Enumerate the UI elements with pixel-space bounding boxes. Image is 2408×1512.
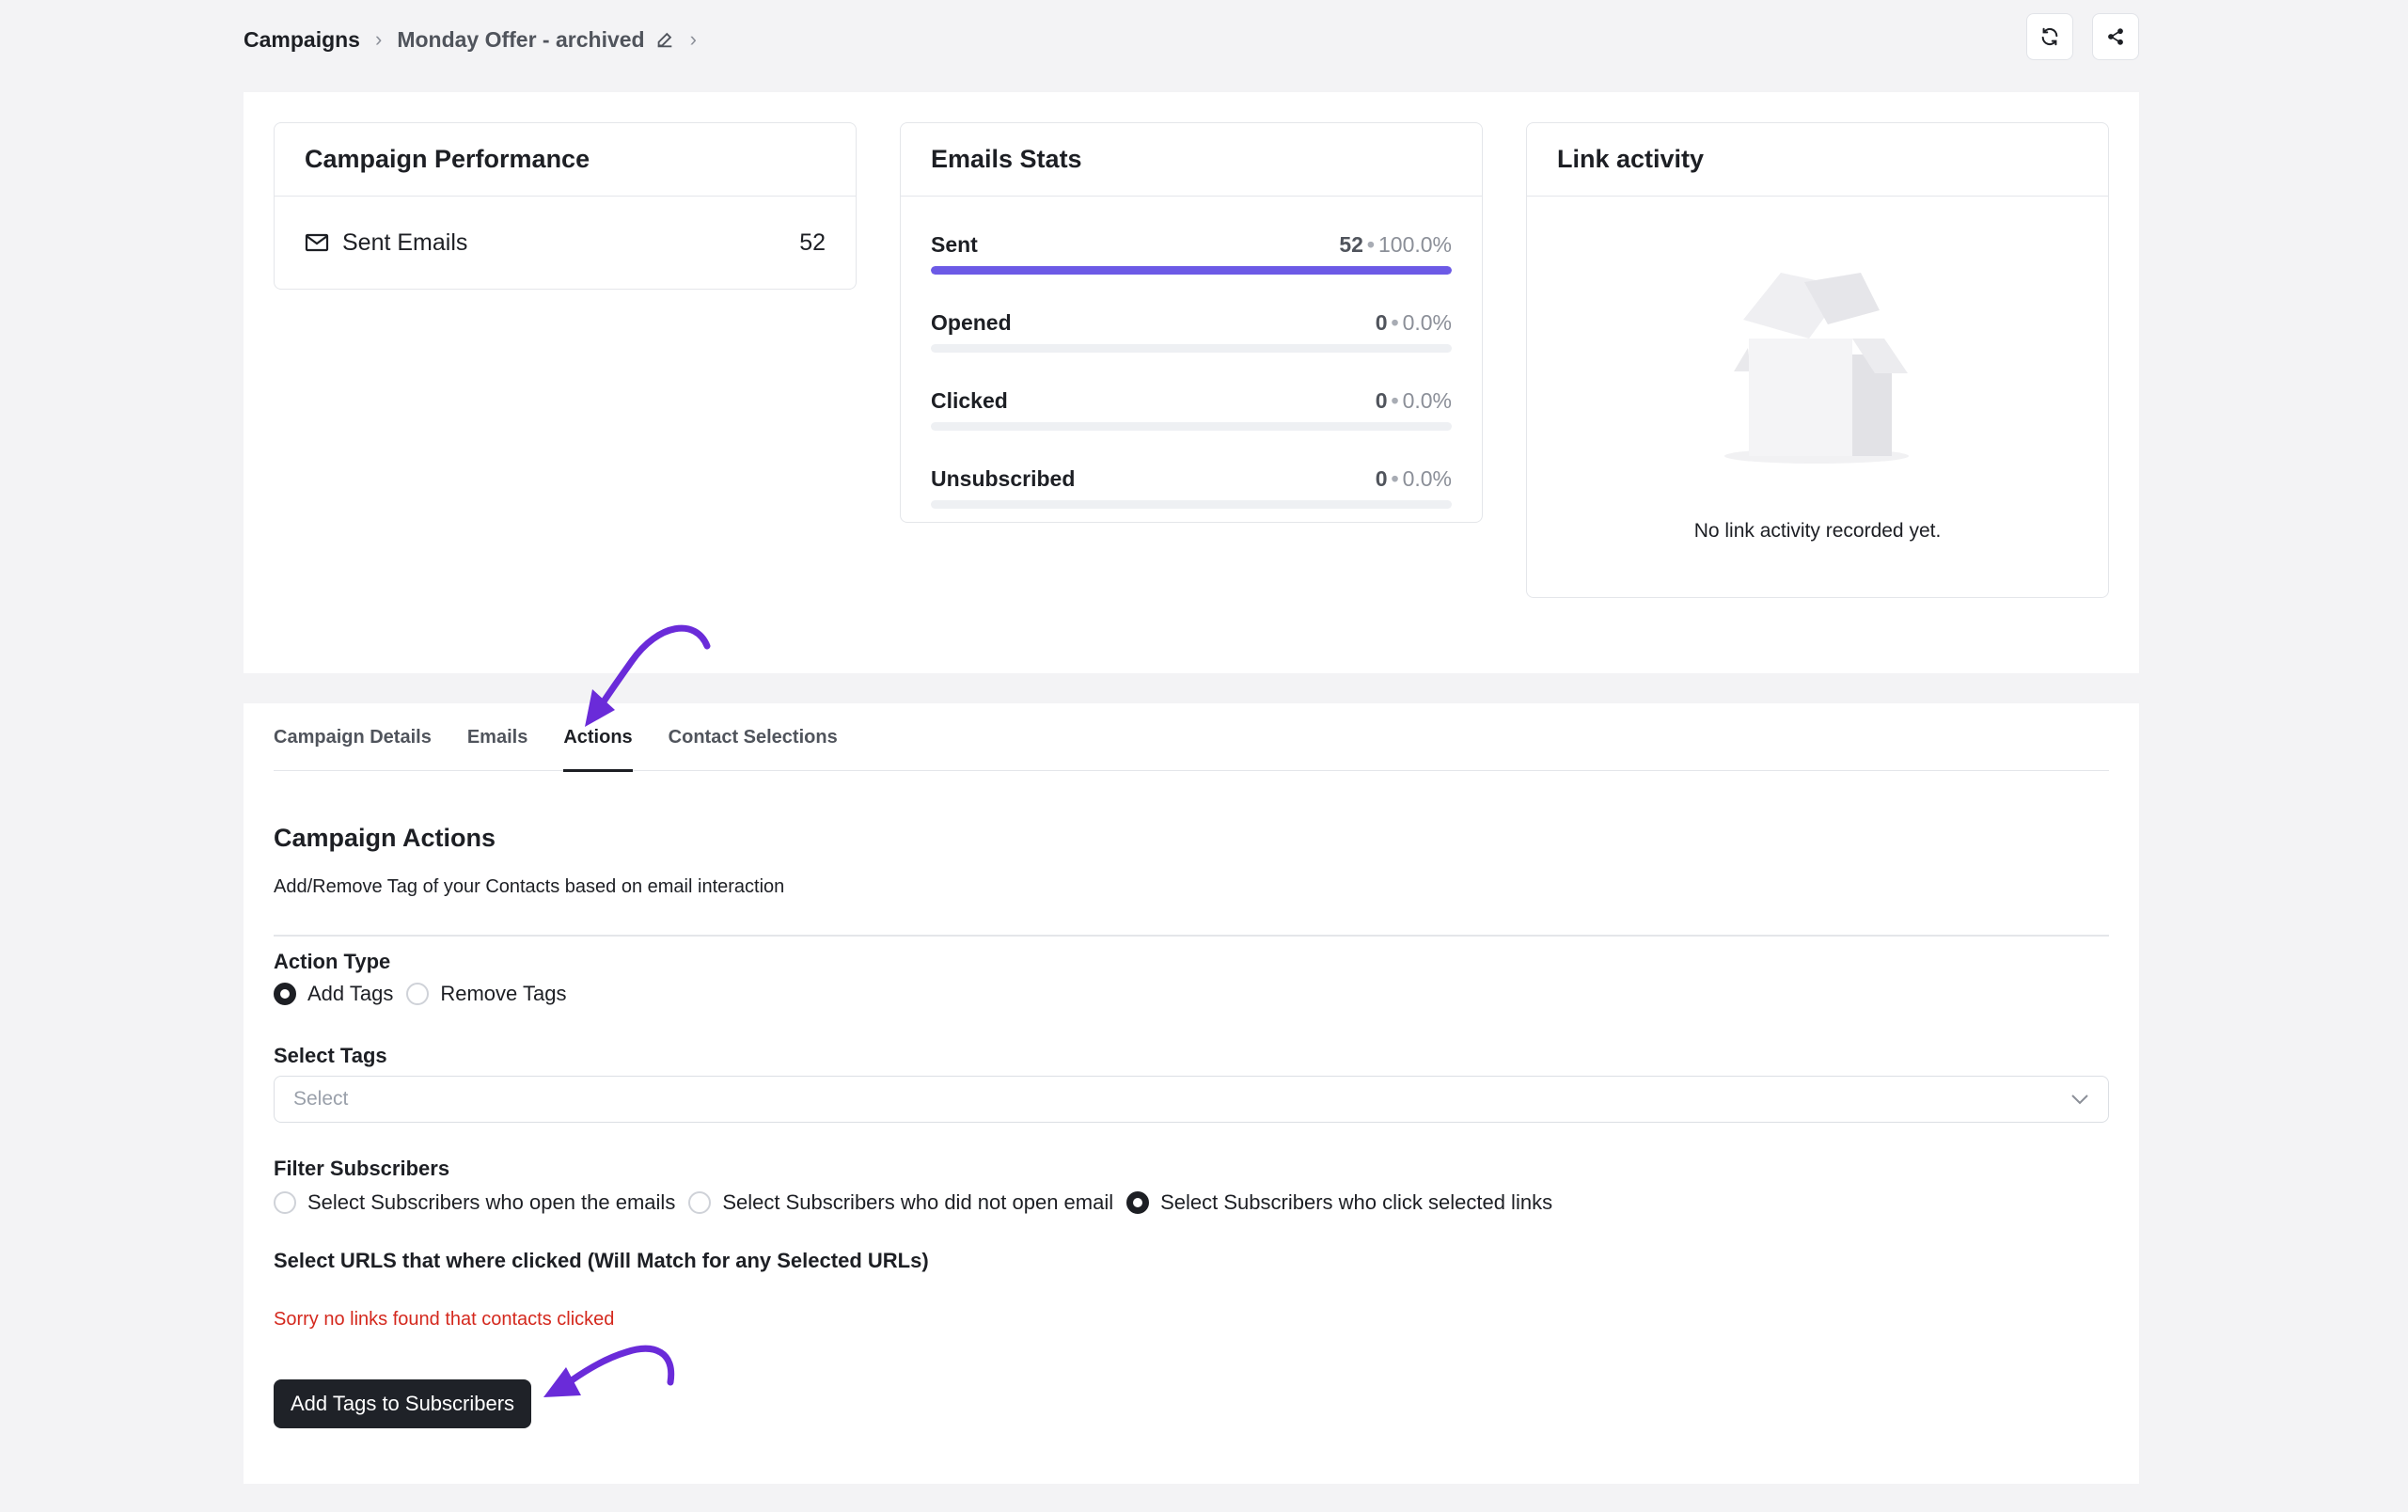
- radio-circle[interactable]: [406, 983, 430, 1005]
- radio-label: Remove Tags: [440, 982, 567, 1005]
- radio-circle[interactable]: [274, 1191, 296, 1214]
- sent-emails-label: Sent Emails: [342, 228, 468, 256]
- stat-progress-track: [931, 266, 1452, 275]
- stat-value: 0 • 0.0%: [1376, 466, 1452, 492]
- action-type-radio[interactable]: Add Tags: [274, 982, 393, 1006]
- card-title: Emails Stats: [901, 123, 1482, 197]
- top-bar: Campaigns › Monday Offer - archived ›: [244, 13, 2139, 66]
- filter-radio[interactable]: Select Subscribers who open the emails: [274, 1190, 675, 1215]
- stat-percent: 100.0%: [1377, 231, 1452, 257]
- stat-progress-track: [931, 500, 1452, 509]
- breadcrumb-campaigns-link[interactable]: Campaigns: [244, 27, 360, 53]
- stat-value: 0 • 0.0%: [1376, 388, 1452, 414]
- dot-separator: •: [1366, 231, 1375, 257]
- add-tags-to-subscribers-button[interactable]: Add Tags to Subscribers: [274, 1379, 532, 1428]
- action-type-label: Action Type: [274, 950, 391, 973]
- select-urls-label: Select URLS that where clicked (Will Mat…: [274, 1249, 929, 1272]
- stat-row: Clicked 0 • 0.0%: [931, 386, 1452, 415]
- dot-separator: •: [1391, 465, 1399, 491]
- stat-label: Unsubscribed: [931, 465, 1076, 491]
- stat-item: Unsubscribed 0 • 0.0%: [901, 465, 1482, 509]
- radio-label: Select Subscribers who open the emails: [307, 1190, 676, 1214]
- stat-value: 52 • 100.0%: [1339, 232, 1452, 258]
- mail-icon: [305, 233, 329, 252]
- section-description: Add/Remove Tag of your Contacts based on…: [274, 876, 785, 897]
- radio-label: Add Tags: [307, 982, 394, 1005]
- stat-count: 0: [1375, 387, 1388, 413]
- tab-campaign-details[interactable]: Campaign Details: [274, 703, 432, 771]
- stat-item: Sent 52 • 100.0%: [901, 230, 1482, 275]
- action-type-radio[interactable]: Remove Tags: [406, 982, 566, 1006]
- tabs-bar: Campaign Details Emails Actions Contact Sel…: [274, 703, 2109, 772]
- section-title: Campaign Actions: [274, 824, 496, 852]
- action-type-group: Add Tags Remove Tags: [274, 982, 579, 1006]
- sent-emails-value: 52: [799, 228, 826, 256]
- select-placeholder: Select: [293, 1088, 349, 1110]
- top-actions: [2026, 13, 2139, 60]
- campaign-tabs-panel: Campaign Details Emails Actions Contact Sel…: [244, 703, 2139, 1484]
- card-title: Campaign Performance: [275, 123, 856, 197]
- link-activity-card: Link activity No link activity recorded …: [1526, 122, 2109, 598]
- stat-item: Clicked 0 • 0.0%: [901, 386, 1482, 431]
- radio-circle[interactable]: [274, 983, 296, 1005]
- dot-separator: •: [1391, 309, 1399, 335]
- stats-list: Sent 52 • 100.0% Opened 0 • 0.0% Clicked 0 • 0.0% Un…: [901, 230, 1482, 509]
- stat-count: 0: [1375, 309, 1388, 335]
- stat-count: 0: [1375, 465, 1388, 491]
- radio-label: Select Subscribers who click selected li…: [1160, 1190, 1553, 1214]
- stat-row: Opened 0 • 0.0%: [931, 308, 1452, 337]
- stat-progress-track: [931, 422, 1452, 431]
- stat-percent: 0.0%: [1402, 309, 1452, 335]
- tab-emails[interactable]: Emails: [467, 703, 527, 771]
- stat-count: 52: [1339, 231, 1363, 257]
- divider: [274, 935, 2109, 937]
- stat-row: Sent 52 • 100.0%: [931, 230, 1452, 259]
- radio-label: Select Subscribers who did not open emai…: [722, 1190, 1114, 1214]
- filter-radio[interactable]: Select Subscribers who did not open emai…: [688, 1190, 1113, 1215]
- stat-progress-track: [931, 344, 1452, 353]
- tab-contact-selections[interactable]: Contact Selections: [669, 703, 838, 771]
- chevron-right-icon: ›: [374, 27, 383, 51]
- breadcrumb: Campaigns › Monday Offer - archived ›: [244, 13, 712, 66]
- stat-percent: 0.0%: [1402, 387, 1452, 413]
- radio-circle[interactable]: [688, 1191, 712, 1214]
- edit-icon[interactable]: [654, 29, 675, 50]
- empty-state-text: No link activity recorded yet.: [1693, 520, 1942, 542]
- sent-emails-row: Sent Emails 52: [275, 197, 856, 289]
- card-title: Link activity: [1527, 123, 2108, 197]
- filter-radio[interactable]: Select Subscribers who click selected li…: [1126, 1190, 1552, 1215]
- stat-value: 0 • 0.0%: [1376, 310, 1452, 336]
- select-tags-label: Select Tags: [274, 1044, 387, 1067]
- stat-label: Opened: [931, 309, 1012, 335]
- stat-label: Sent: [931, 231, 978, 257]
- filter-subscribers-group: Select Subscribers who open the emails Se…: [274, 1190, 1566, 1215]
- radio-circle[interactable]: [1126, 1191, 1150, 1214]
- empty-state: No link activity recorded yet.: [1527, 197, 2108, 599]
- empty-box-icon: [1724, 273, 1909, 464]
- filter-subscribers-label: Filter Subscribers: [274, 1157, 450, 1180]
- stat-progress-fill: [931, 266, 1452, 275]
- dot-separator: •: [1391, 387, 1399, 413]
- select-tags-dropdown[interactable]: Select: [274, 1076, 2109, 1123]
- share-button[interactable]: [2092, 13, 2139, 60]
- tab-actions[interactable]: Actions: [563, 703, 634, 772]
- chevron-down-icon: [2071, 1095, 2088, 1105]
- stat-label: Clicked: [931, 387, 1008, 413]
- breadcrumb-current: Monday Offer - archived: [397, 26, 645, 52]
- chevron-right-icon: ›: [689, 27, 697, 51]
- share-icon: [2108, 28, 2123, 45]
- refresh-button[interactable]: [2026, 13, 2073, 60]
- stats-panel: Campaign Performance Sent Emails 52 Emai…: [244, 92, 2139, 673]
- emails-stats-card: Emails Stats Sent 52 • 100.0% Opened 0 • 0.0% Cl…: [900, 122, 1483, 523]
- stat-percent: 0.0%: [1402, 465, 1452, 491]
- refresh-icon: [2041, 27, 2058, 46]
- stat-row: Unsubscribed 0 • 0.0%: [931, 465, 1452, 493]
- stat-item: Opened 0 • 0.0%: [901, 308, 1482, 353]
- no-links-error: Sorry no links found that contacts click…: [274, 1309, 615, 1330]
- campaign-performance-card: Campaign Performance Sent Emails 52: [274, 122, 857, 290]
